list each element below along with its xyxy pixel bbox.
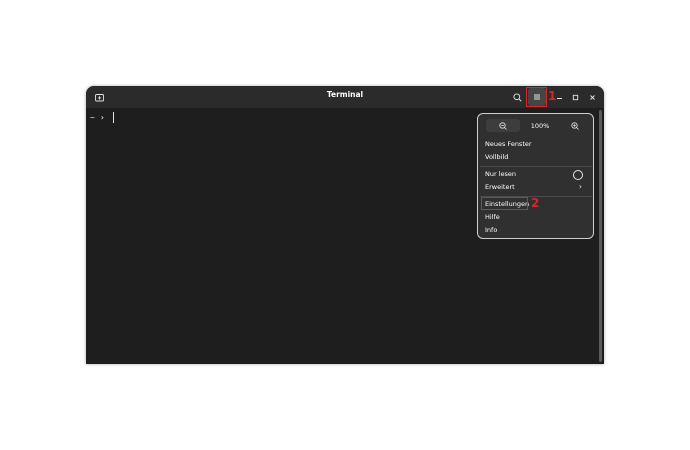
search-icon <box>512 92 522 102</box>
prompt-tilde: ~ <box>90 113 95 122</box>
scrollbar[interactable] <box>599 110 602 362</box>
text-cursor <box>112 112 114 123</box>
chevron-right-icon: › <box>578 182 582 191</box>
zoom-in-button[interactable] <box>558 119 592 132</box>
menu-separator <box>480 166 592 167</box>
menu-item-fullscreen[interactable]: Vollbild <box>485 152 508 163</box>
zoom-in-icon <box>571 121 579 130</box>
menu-item-new-window[interactable]: Neues Fenster <box>485 139 532 150</box>
prompt-arrow: › <box>99 113 105 122</box>
highlight-menu-button <box>526 87 547 107</box>
highlight-preferences <box>481 197 528 210</box>
menu-item-advanced[interactable]: Erweitert › <box>485 182 588 193</box>
close-icon <box>589 94 595 100</box>
close-button[interactable] <box>586 88 598 106</box>
menu-item-advanced-label: Erweitert <box>485 183 515 191</box>
read-only-toggle[interactable] <box>573 170 583 180</box>
zoom-out-button[interactable] <box>486 119 520 132</box>
main-menu-popover: 100% Neues Fenster Vollbild Nur lesen Er… <box>477 113 594 239</box>
maximize-icon <box>572 94 578 100</box>
minimize-icon <box>556 97 562 99</box>
menu-item-read-only-label: Nur lesen <box>485 170 517 178</box>
menu-item-about[interactable]: Info <box>485 225 497 236</box>
zoom-level[interactable]: 100% <box>522 122 558 130</box>
zoom-out-icon <box>499 121 507 130</box>
annotation-step-2: 2 <box>531 196 540 210</box>
zoom-controls: 100% <box>482 119 590 133</box>
annotation-step-1: 1 <box>548 89 557 103</box>
menu-item-read-only[interactable]: Nur lesen <box>485 169 588 180</box>
shell-prompt: ~ › <box>90 112 114 123</box>
search-button[interactable] <box>510 88 524 106</box>
maximize-button[interactable] <box>569 88 581 106</box>
menu-item-help[interactable]: Hilfe <box>485 212 500 223</box>
